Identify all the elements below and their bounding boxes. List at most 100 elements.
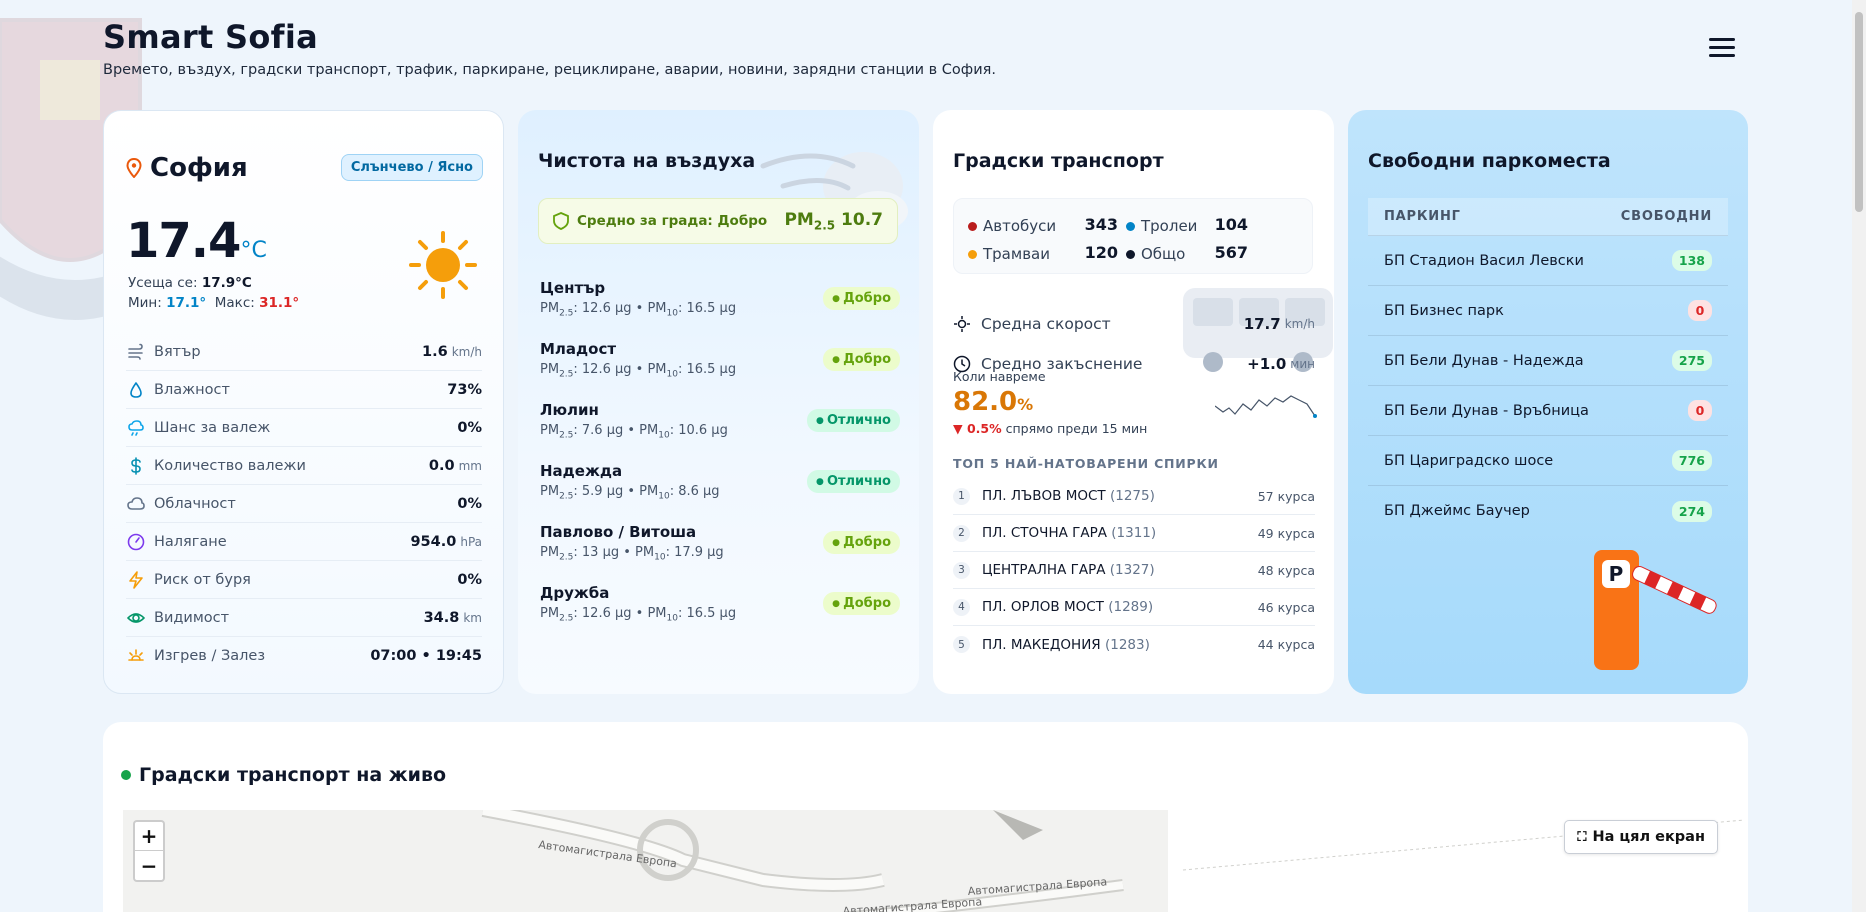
map-tiles: Автомагистрала Европа Автомагистрала Евр… [481,810,1744,912]
page-scrollbar[interactable] [1852,0,1866,912]
air-status-badge: Отлично [806,470,900,493]
weather-row: Влажност 73% [126,371,482,409]
hamburger-icon [1709,38,1735,41]
wind-icon [128,343,143,360]
shield-icon [553,212,569,230]
fullscreen-icon: ⛶ [1577,829,1587,845]
vehicle-count-value: 104 [1214,215,1248,234]
rank-badge: 4 [953,598,970,616]
weather-row: Вятър 1.6 km/h [126,333,482,371]
weather-city: София [126,153,248,183]
district-air-item: Павлово / Витоша PM2.5: 13 µg • PM10: 17.… [540,512,900,573]
district-air-item: ЦентърPM2.5: 12.6 µg • PM10: 16.5 µgДобр… [540,268,900,329]
feels-like: Усеща се: 17.9°C [128,275,252,291]
district-air-item: ДружбаPM2.5: 12.6 µg • PM10: 16.5 µgДобр… [540,573,900,634]
parking-row[interactable]: БП Бизнес парк 0 [1368,286,1728,336]
vehicle-count-value: 343 [1084,215,1118,234]
sun-icon [409,231,477,299]
transport-title: Градски транспорт [953,150,1164,172]
top-stop-item[interactable]: 3 ЦЕНТРАЛНА ГАРА (1327) 48 курса [953,552,1315,589]
vehicle-count-label: Трамваи [968,245,1050,263]
top-stop-item[interactable]: 5 ПЛ. МАКЕДОНИЯ (1283) 44 курса [953,626,1315,663]
ontime-delta: ▼ 0.5% спрямо преди 15 мин [953,421,1148,436]
top-stop-item[interactable]: 4 ПЛ. ОРЛОВ МОСТ (1289) 46 курса [953,589,1315,626]
live-transport-title: Градски транспорт на живо [121,764,446,786]
weather-card: София Слънчево / Ясно 17.4°C Усеща се: 1… [103,110,504,694]
zoom-out-button[interactable]: − [135,851,163,880]
city-average-air: Средно за града: Добро PM2.5 10.7 [538,198,898,244]
sunrise-icon [128,649,144,661]
menu-button[interactable] [1709,38,1735,58]
vehicle-counts: Автобуси 343 Тролеи 104 Трамваи 120 Общо 567 [953,198,1313,274]
parking-row[interactable]: БП Цариградско шосе 776 [1368,436,1728,486]
rank-badge: 3 [953,561,970,579]
free-spots-badge: 138 [1671,250,1712,271]
weather-row: Изгрев / Залез 07:00 • 19:45 [126,637,482,675]
droplet-icon [130,381,142,398]
vehicle-count-label: Автобуси [968,217,1056,235]
fullscreen-button[interactable]: ⛶ На цял екран [1564,820,1718,854]
parking-title: Свободни паркоместа [1368,150,1611,172]
ontime-sparkline [1215,395,1317,418]
cloud-icon [127,496,145,510]
site-title: Smart Sofia [103,18,319,56]
city-average-pm: PM2.5 10.7 [784,209,883,233]
live-transport-section: Градски транспорт на живо Автомагистрала… [103,722,1748,912]
parking-table-header: ПАРКИНГ СВОБОДНИ [1368,198,1728,236]
free-spots-badge: 0 [1688,400,1712,421]
site-subtitle: Времето, въздух, градски транспорт, траф… [103,62,996,78]
weather-details-list: Вятър 1.6 km/h Влажност 73% Шанс за валеж 0% Ко… [126,333,482,675]
district-air-item: МладостPM2.5: 12.6 µg • PM10: 16.5 µgДоб… [540,329,900,390]
dot-icon [968,249,977,259]
min-max-temperature: Мин: 17.1° Макс: 31.1° [128,295,300,311]
air-quality-card: Чистота на въздуха Средно за града: Добр… [518,110,919,694]
rain-cloud-icon [128,419,144,436]
eye-icon [127,612,145,623]
top-stop-item[interactable]: 2 ПЛ. СТОЧНА ГАРА (1311) 49 курса [953,515,1315,552]
parking-row[interactable]: БП Бели Дунав - Връбница 0 [1368,386,1728,436]
site-header: Smart Sofia Времето, въздух, градски тра… [103,18,996,78]
parking-row[interactable]: БП Джеймс Баучер 274 [1368,486,1728,536]
vehicle-count-value: 120 [1084,243,1118,262]
svg-text:P: P [1609,562,1624,586]
parking-barrier-illustration: P [1594,550,1717,670]
lightning-icon [129,570,143,589]
free-spots-badge: 0 [1688,300,1712,321]
rank-badge: 1 [953,487,970,505]
average-speed: Средна скорост 17.7 km/h [953,305,1315,343]
weather-row: Облачност 0% [126,485,482,523]
vehicle-count-value: 567 [1214,243,1248,262]
scrollbar-thumb[interactable] [1855,12,1863,212]
vehicle-count-label: Общо [1126,245,1185,263]
dot-icon [1126,249,1135,259]
zoom-in-button[interactable]: + [135,822,163,851]
parking-row[interactable]: БП Стадион Васил Левски 138 [1368,236,1728,286]
weather-row: Риск от буря 0% [126,561,482,599]
dot-icon [1126,221,1135,231]
vehicle-count-label: Тролеи [1126,217,1197,235]
air-status-badge: Отлично [806,409,900,432]
live-indicator [121,770,131,780]
weather-row: Шанс за валеж 0% [126,409,482,447]
map-road-label: Автомагистрала Европа [842,895,982,912]
district-air-list: ЦентърPM2.5: 12.6 µg • PM10: 16.5 µgДобр… [540,268,900,634]
free-spots-badge: 274 [1671,500,1712,522]
free-spots-badge: 776 [1671,450,1712,471]
air-status-badge: Добро [823,287,900,310]
map-zoom-control: + − [133,820,165,882]
rank-badge: 5 [953,636,970,653]
air-status-badge: Добро [823,348,900,371]
parking-row[interactable]: БП Бели Дунав - Надежда 275 [1368,336,1728,386]
weather-row: Видимост 34.8 km [126,599,482,637]
parking-table: ПАРКИНГ СВОБОДНИ БП Стадион Васил Левски… [1368,198,1728,536]
gear-icon [954,316,970,332]
weather-condition-badge: Слънчево / Ясно [340,154,483,181]
weather-row: Количество валежи 0.0 mm [126,447,482,485]
district-air-item: НадеждаPM2.5: 5.9 µg • PM10: 8.6 µgОтлич… [540,451,900,512]
public-transport-card: Градски транспорт Автобуси 343 Тролеи 104 Тр… [933,110,1334,694]
air-status-badge: Добро [823,592,900,615]
ontime-value: 82.0% [953,387,1034,417]
top-stop-item[interactable]: 1 ПЛ. ЛЪВОВ МОСТ (1275) 57 курса [953,478,1315,515]
location-pin-icon [126,158,142,178]
live-map[interactable]: Автомагистрала Европа Автомагистрала Евр… [123,810,1744,912]
